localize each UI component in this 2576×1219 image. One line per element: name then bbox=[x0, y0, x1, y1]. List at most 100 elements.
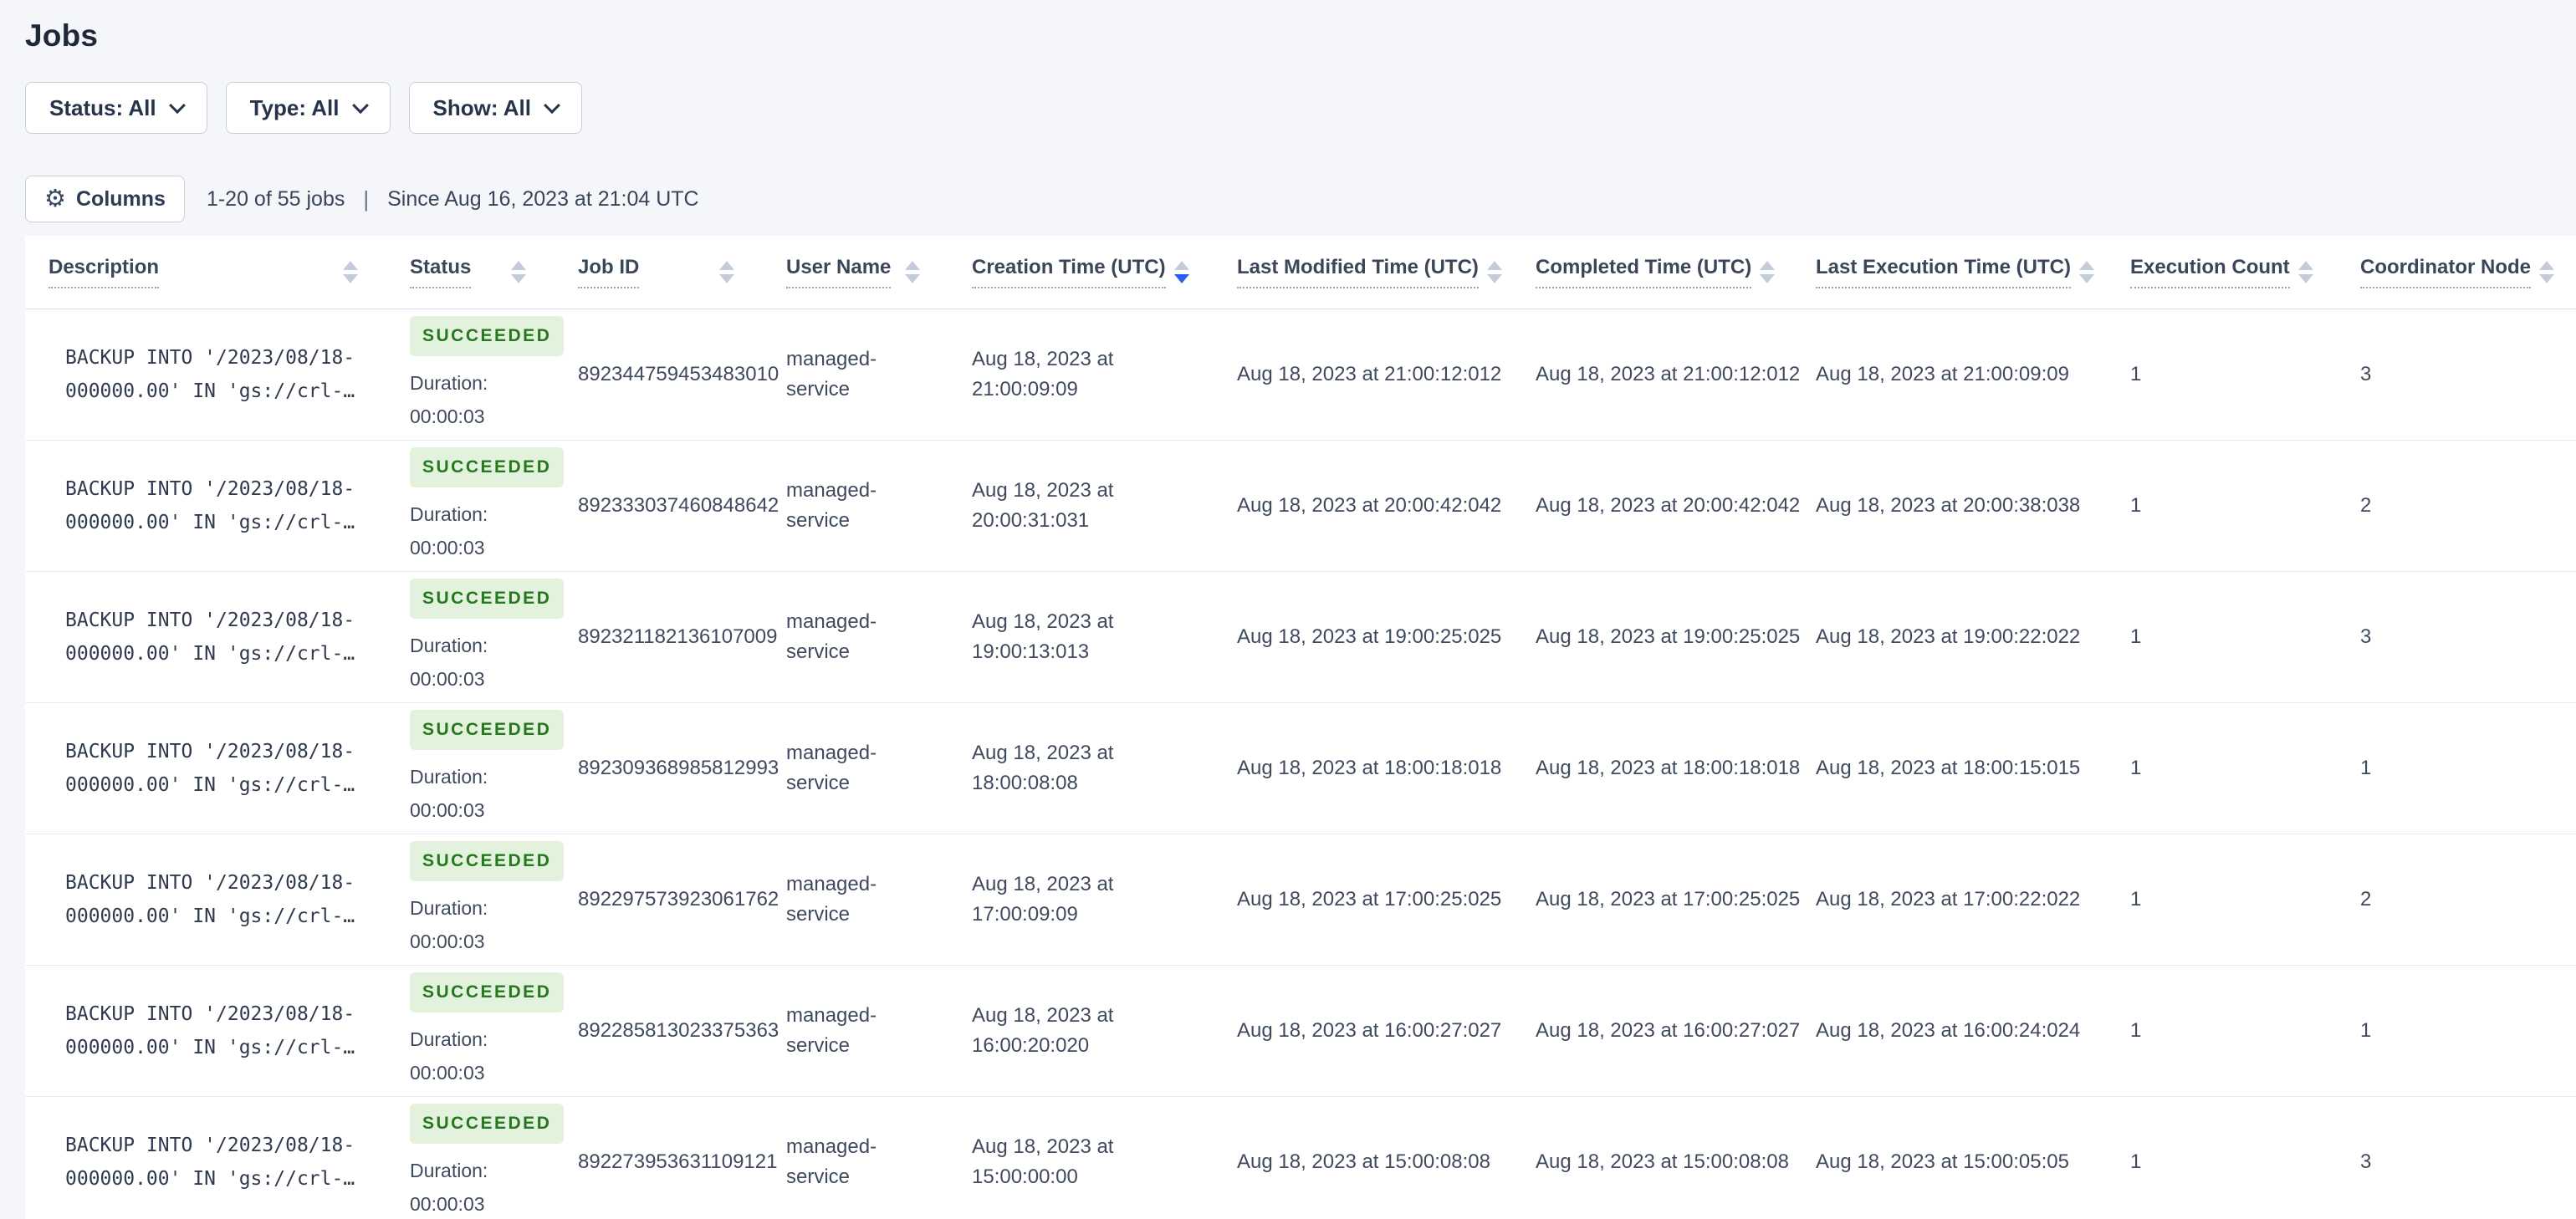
status-badge: SUCCEEDED bbox=[410, 841, 565, 881]
cell-description: BACKUP INTO '/2023/08/18-000000.00' IN '… bbox=[65, 609, 355, 665]
sort-asc-icon bbox=[2539, 261, 2554, 270]
cell-creation-time: Aug 18, 2023 at 16:00:20:020 bbox=[972, 1004, 1114, 1057]
sort-desc-icon bbox=[1486, 274, 1502, 283]
sort-asc-icon bbox=[343, 261, 358, 270]
table-header-row: Description Status Job ID User Name Crea… bbox=[25, 236, 2576, 309]
duration-value: 00:00:03 bbox=[410, 667, 485, 690]
type-filter-label: Type: All bbox=[249, 94, 340, 120]
column-header[interactable]: Coordinator Node bbox=[2337, 256, 2576, 288]
cell-creation-time: Aug 18, 2023 at 19:00:13:013 bbox=[972, 610, 1114, 663]
jobs-page: Jobs Status: All Type: All Show: All ⚙ C… bbox=[0, 0, 2576, 1219]
sort-asc-icon bbox=[2078, 261, 2094, 270]
cell-creation-time: Aug 18, 2023 at 15:00:00:00 bbox=[972, 1135, 1114, 1188]
sort-icon bbox=[2539, 261, 2554, 283]
sort-desc-icon bbox=[719, 274, 734, 283]
column-header[interactable]: Last Modified Time (UTC) bbox=[1214, 256, 1512, 288]
table-row: BACKUP INTO '/2023/08/18-000000.00' IN '… bbox=[25, 309, 2576, 441]
sort-icon bbox=[719, 261, 734, 283]
cell-coordinator-node: 3 bbox=[2360, 1150, 2372, 1173]
sort-asc-icon bbox=[905, 261, 920, 270]
cell-status: SUCCEEDED Duration: 00:00:03 bbox=[386, 710, 565, 827]
duration-label: Duration: bbox=[410, 1159, 488, 1181]
cell-status: SUCCEEDED Duration: 00:00:03 bbox=[386, 972, 565, 1089]
cell-user-name: managed-service bbox=[786, 1004, 877, 1057]
cell-status: SUCCEEDED Duration: 00:00:03 bbox=[386, 1104, 565, 1219]
table-row: BACKUP INTO '/2023/08/18-000000.00' IN '… bbox=[25, 441, 2576, 572]
sort-asc-icon bbox=[1760, 261, 1776, 270]
gear-icon: ⚙ bbox=[44, 185, 66, 212]
cell-last-execution-time: Aug 18, 2023 at 21:00:09:09 bbox=[1816, 363, 2069, 385]
sort-asc-icon bbox=[511, 261, 526, 270]
status-badge: SUCCEEDED bbox=[410, 710, 565, 750]
duration-value: 00:00:03 bbox=[410, 930, 485, 952]
status-badge: SUCCEEDED bbox=[410, 1104, 565, 1144]
cell-status: SUCCEEDED Duration: 00:00:03 bbox=[386, 316, 565, 433]
column-header[interactable]: Description bbox=[25, 256, 386, 288]
column-header[interactable]: Execution Count bbox=[2107, 256, 2337, 288]
sort-asc-icon bbox=[1486, 261, 1502, 270]
cell-status: SUCCEEDED Duration: 00:00:03 bbox=[386, 841, 565, 958]
column-header[interactable]: Completed Time (UTC) bbox=[1512, 256, 1792, 288]
cell-creation-time: Aug 18, 2023 at 20:00:31:031 bbox=[972, 479, 1114, 532]
show-filter-dropdown[interactable]: Show: All bbox=[408, 82, 582, 134]
column-header[interactable]: User Name bbox=[763, 256, 948, 288]
cell-last-execution-time: Aug 18, 2023 at 18:00:15:015 bbox=[1816, 757, 2081, 779]
cell-user-name: managed-service bbox=[786, 742, 877, 794]
sort-desc-icon bbox=[2297, 274, 2313, 283]
column-header[interactable]: Job ID bbox=[555, 256, 763, 288]
cell-user-name: managed-service bbox=[786, 348, 877, 400]
type-filter-dropdown[interactable]: Type: All bbox=[225, 82, 391, 134]
duration-value: 00:00:03 bbox=[410, 536, 485, 558]
since-text: Since Aug 16, 2023 at 21:04 UTC bbox=[387, 186, 699, 211]
cell-status: SUCCEEDED Duration: 00:00:03 bbox=[386, 579, 565, 696]
sort-icon bbox=[511, 261, 526, 283]
cell-job-id: 892297573923061762 bbox=[578, 888, 779, 910]
status-filter-label: Status: All bbox=[49, 94, 156, 120]
duration-label: Duration: bbox=[410, 371, 488, 394]
column-header[interactable]: Creation Time (UTC) bbox=[948, 256, 1214, 288]
column-header[interactable]: Last Execution Time (UTC) bbox=[1792, 256, 2107, 288]
cell-execution-count: 1 bbox=[2130, 625, 2142, 648]
cell-last-modified-time: Aug 18, 2023 at 18:00:18:018 bbox=[1237, 757, 1502, 779]
cell-last-modified-time: Aug 18, 2023 at 16:00:27:027 bbox=[1237, 1019, 1502, 1042]
cell-last-modified-time: Aug 18, 2023 at 19:00:25:025 bbox=[1237, 625, 1502, 648]
column-header[interactable]: Status bbox=[386, 256, 555, 288]
cell-completed-time: Aug 18, 2023 at 15:00:08:08 bbox=[1536, 1150, 1789, 1173]
cell-execution-count: 1 bbox=[2130, 363, 2142, 385]
cell-last-execution-time: Aug 18, 2023 at 17:00:22:022 bbox=[1816, 888, 2081, 910]
cell-completed-time: Aug 18, 2023 at 17:00:25:025 bbox=[1536, 888, 1801, 910]
cell-coordinator-node: 2 bbox=[2360, 494, 2372, 517]
cell-last-modified-time: Aug 18, 2023 at 17:00:25:025 bbox=[1237, 888, 1502, 910]
status-badge: SUCCEEDED bbox=[410, 447, 565, 487]
columns-button-label: Columns bbox=[76, 186, 166, 211]
cell-completed-time: Aug 18, 2023 at 20:00:42:042 bbox=[1536, 494, 1801, 517]
sort-asc-icon bbox=[2297, 261, 2313, 270]
sort-desc-icon bbox=[905, 274, 920, 283]
cell-completed-time: Aug 18, 2023 at 16:00:27:027 bbox=[1536, 1019, 1801, 1042]
duration-value: 00:00:03 bbox=[410, 798, 485, 821]
duration-value: 00:00:03 bbox=[410, 1061, 485, 1084]
sort-icon bbox=[905, 261, 920, 283]
sort-icon bbox=[1486, 261, 1502, 283]
show-filter-label: Show: All bbox=[432, 94, 531, 120]
table-row: BACKUP INTO '/2023/08/18-000000.00' IN '… bbox=[25, 572, 2576, 703]
jobs-table: Description Status Job ID User Name Crea… bbox=[25, 236, 2576, 1219]
jobs-summary: 1-20 of 55 jobs | Since Aug 16, 2023 at … bbox=[207, 186, 699, 212]
duration-value: 00:00:03 bbox=[410, 1192, 485, 1215]
duration-label: Duration: bbox=[410, 1028, 488, 1050]
cell-description: BACKUP INTO '/2023/08/18-000000.00' IN '… bbox=[65, 740, 355, 796]
sort-asc-icon bbox=[1173, 261, 1189, 270]
page-title: Jobs bbox=[25, 18, 99, 53]
cell-description: BACKUP INTO '/2023/08/18-000000.00' IN '… bbox=[65, 1134, 355, 1190]
cell-description: BACKUP INTO '/2023/08/18-000000.00' IN '… bbox=[65, 1002, 355, 1058]
cell-last-modified-time: Aug 18, 2023 at 15:00:08:08 bbox=[1237, 1150, 1490, 1173]
cell-description: BACKUP INTO '/2023/08/18-000000.00' IN '… bbox=[65, 346, 355, 402]
status-filter-dropdown[interactable]: Status: All bbox=[25, 82, 207, 134]
sort-desc-icon bbox=[2078, 274, 2094, 283]
columns-button[interactable]: ⚙ Columns bbox=[25, 176, 185, 222]
cell-user-name: managed-service bbox=[786, 479, 877, 532]
cell-creation-time: Aug 18, 2023 at 18:00:08:08 bbox=[972, 742, 1114, 794]
cell-creation-time: Aug 18, 2023 at 17:00:09:09 bbox=[972, 873, 1114, 926]
table-body: BACKUP INTO '/2023/08/18-000000.00' IN '… bbox=[25, 309, 2576, 1219]
cell-last-execution-time: Aug 18, 2023 at 20:00:38:038 bbox=[1816, 494, 2081, 517]
